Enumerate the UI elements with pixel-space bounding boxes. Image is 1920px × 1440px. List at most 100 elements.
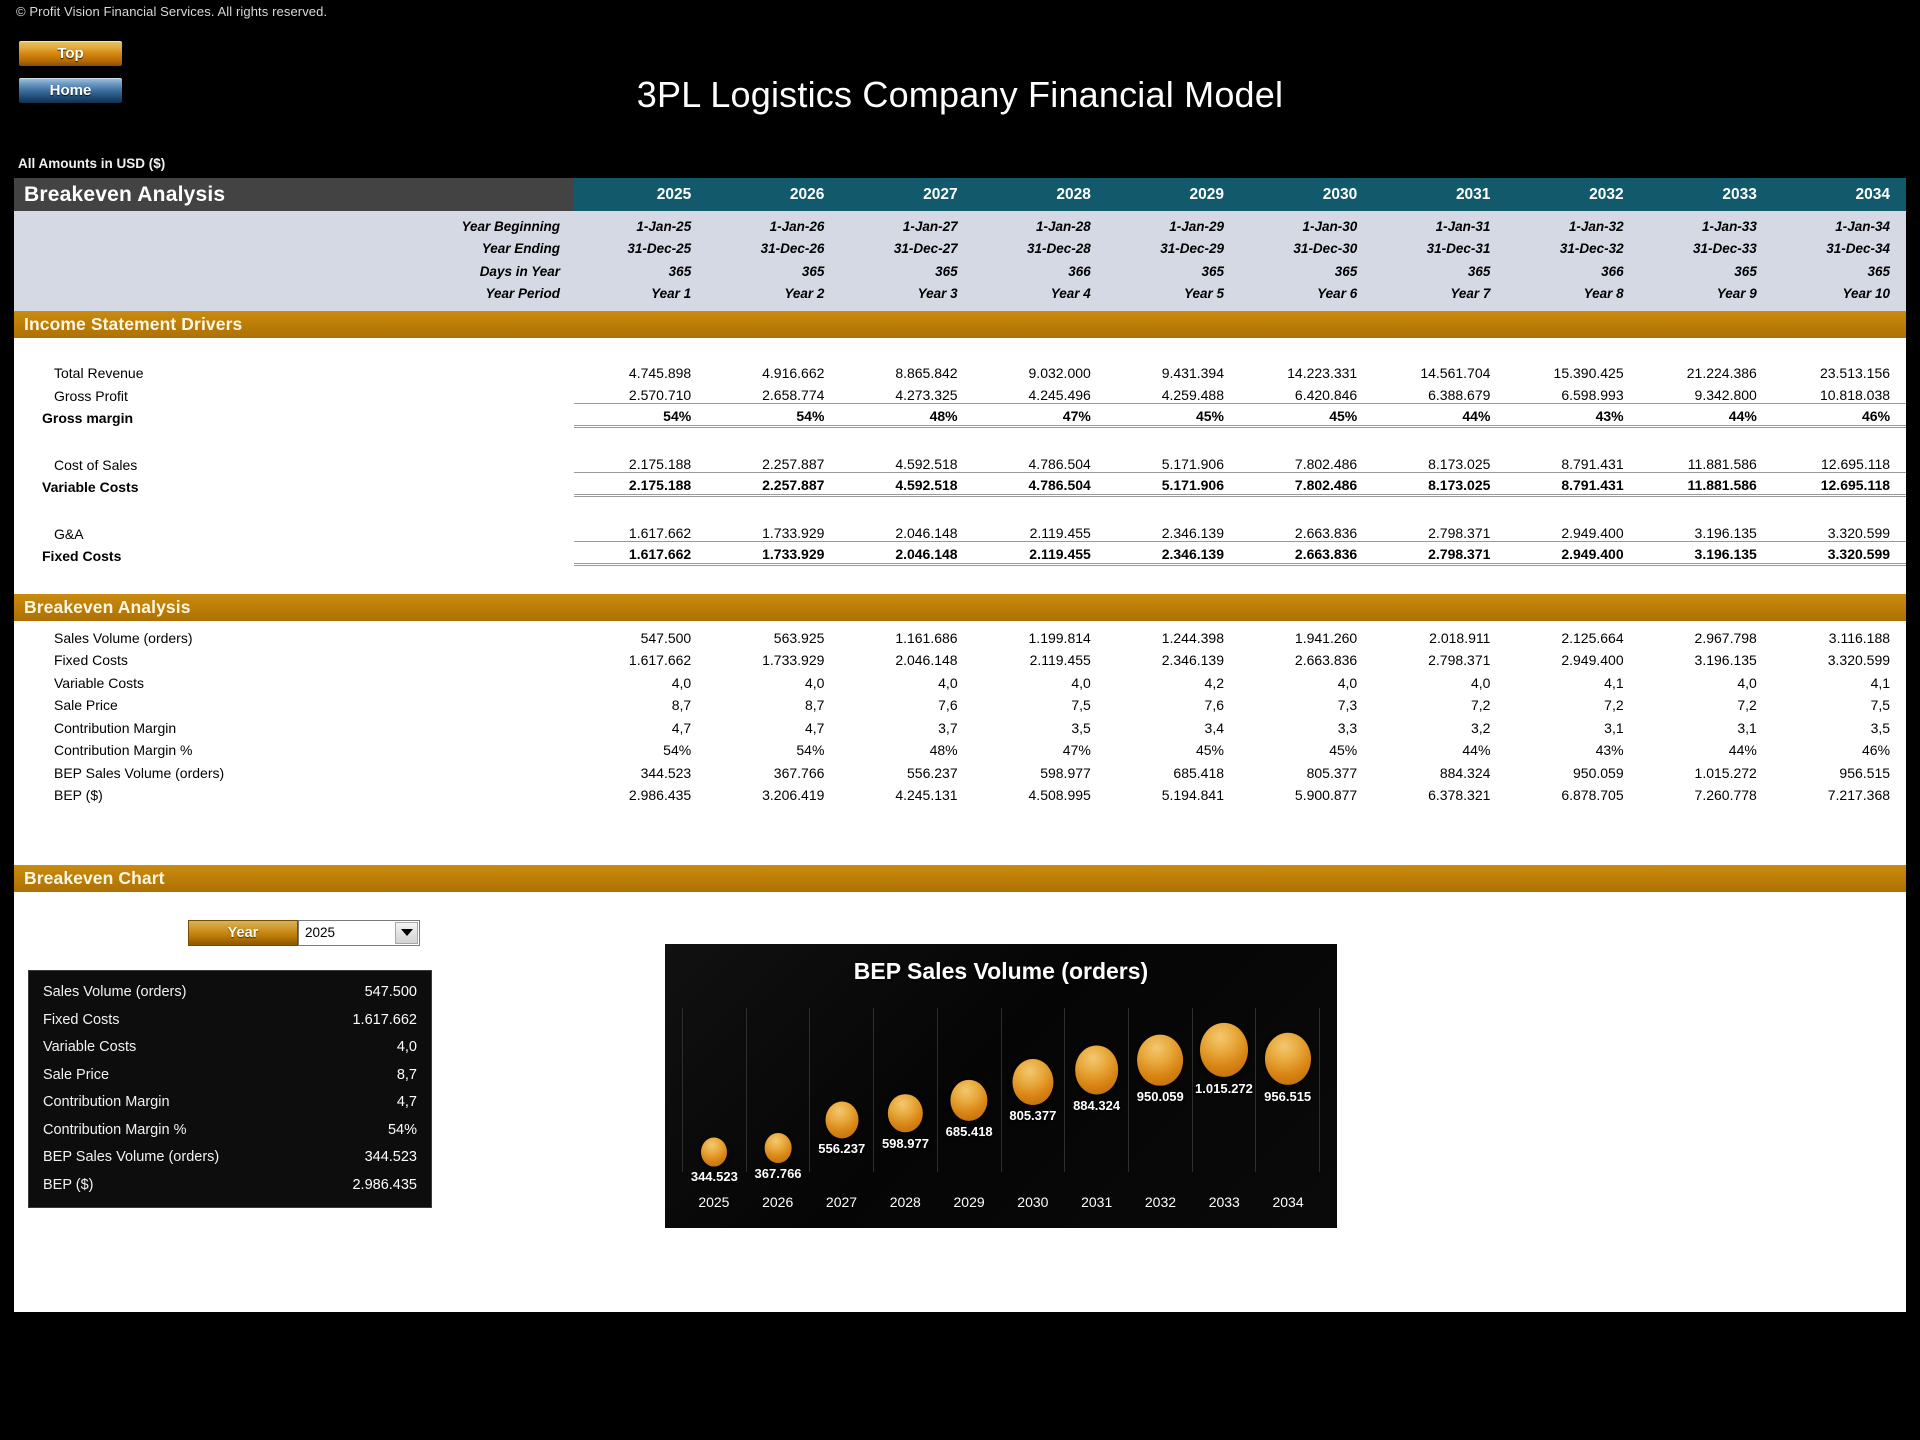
summary-value: 54% xyxy=(387,1121,417,1138)
row-value: 15.390.425 xyxy=(1553,365,1624,382)
row-value: 7,3 xyxy=(1337,697,1358,714)
period-row-value: 366 xyxy=(1601,263,1624,279)
year-selector[interactable]: Year 2025 xyxy=(188,919,420,946)
row-value: 8,7 xyxy=(804,697,825,714)
chart-bubble xyxy=(950,1079,988,1121)
period-info-block: Year Beginning 1-Jan-25 1-Jan-26 1-Jan-27 1-… xyxy=(14,211,1906,311)
chart-bubble xyxy=(1012,1058,1054,1105)
row-value: 46% xyxy=(1772,408,1907,429)
row-value: 11.881.586 xyxy=(1639,477,1773,498)
summary-value: 1.617.662 xyxy=(352,1011,417,1028)
row-value: 14.223.331 xyxy=(1287,365,1358,382)
period-row-value: 365 xyxy=(1467,263,1491,279)
year-header-2026: 2026 xyxy=(789,185,825,203)
row-value: 45% xyxy=(1240,408,1374,429)
summary-value: 8,7 xyxy=(396,1066,417,1083)
chart-bubble-label: 367.766 xyxy=(754,1165,802,1181)
table-row: Variable Costs 2.175.188 2.257.887 4.592.51… xyxy=(14,476,1907,499)
table-row: Gross Profit 2.570.710 2.658.774 4.273.325 4… xyxy=(14,385,1907,408)
row-value: 2.175.188 xyxy=(574,477,708,498)
chart-bubble xyxy=(888,1094,923,1133)
row-label: Gross margin xyxy=(42,410,134,427)
period-row-value: 365 xyxy=(935,263,958,279)
table-row: Sale Price 8,7 8,7 7,6 7,5 7,6 7,3 7,2 7,2 7,2 7,5 xyxy=(14,694,1906,717)
row-value: 4,7 xyxy=(671,719,692,736)
row-value: 3.116.188 xyxy=(1828,629,1891,646)
row-value: 54% xyxy=(663,742,692,759)
row-value: 1.733.929 xyxy=(707,525,841,543)
period-row-value: 366 xyxy=(1068,263,1091,279)
period-row-label: Days in Year xyxy=(479,263,560,279)
row-value: 344.523 xyxy=(640,764,692,781)
chart-column-2026: 367.766 xyxy=(745,1007,810,1181)
period-row-value: 365 xyxy=(801,263,825,279)
table-row: Sales Volume (orders) 547.500 563.925 1.161… xyxy=(14,627,1906,650)
row-label: BEP Sales Volume (orders) xyxy=(54,764,225,781)
row-value: 4,2 xyxy=(1204,674,1225,691)
chart-section: Year 2025 Sales Volume (orders) 547.500 Fi… xyxy=(14,891,1906,1312)
row-value: 2.663.836 xyxy=(1294,652,1358,669)
period-row-value: 365 xyxy=(1334,263,1358,279)
row-value: 12.695.118 xyxy=(1772,456,1907,474)
breakeven-analysis-rows: Sales Volume (orders) 547.500 563.925 1.161… xyxy=(14,620,1906,807)
top-nav-button[interactable]: Top xyxy=(18,40,123,67)
row-value: 4,1 xyxy=(1870,674,1891,691)
band-breakeven-chart: Breakeven Chart xyxy=(14,864,1906,892)
row-value: 3,5 xyxy=(1870,719,1891,736)
row-value: 4.273.325 xyxy=(840,387,974,405)
year-header-2030: 2030 xyxy=(1322,185,1358,203)
row-value: 4.745.898 xyxy=(628,365,692,382)
period-row-value: 31-Dec-26 xyxy=(760,241,825,257)
chevron-down-icon[interactable] xyxy=(395,921,418,944)
period-row: Year Ending 31-Dec-25 31-Dec-26 31-Dec-27 31… xyxy=(14,238,1906,261)
row-value: 2.798.371 xyxy=(1428,652,1491,669)
page-title: 3PL Logistics Company Financial Model xyxy=(636,74,1284,115)
row-value: 556.237 xyxy=(907,764,958,781)
period-row-value: 31-Dec-30 xyxy=(1293,241,1358,257)
band-breakeven-analysis: Breakeven Analysis xyxy=(14,593,1906,621)
period-row-value: 365 xyxy=(668,263,692,279)
row-value: 12.695.118 xyxy=(1772,477,1907,498)
row-value: 4.259.488 xyxy=(1106,387,1241,405)
row-value: 2.346.139 xyxy=(1161,652,1225,669)
summary-label: Sale Price xyxy=(43,1066,110,1083)
period-row-value: 1-Jan-30 xyxy=(1302,218,1358,234)
table-row: BEP ($) 2.986.435 3.206.419 4.245.131 4.508.… xyxy=(14,784,1906,807)
row-value: 10.818.038 xyxy=(1772,387,1907,405)
summary-row: Contribution Margin % 54% xyxy=(29,1116,431,1144)
row-value: 6.598.993 xyxy=(1506,387,1640,405)
summary-row: Fixed Costs 1.617.662 xyxy=(29,1006,431,1034)
row-value: 1.015.272 xyxy=(1694,764,1757,781)
period-row-value: Year 7 xyxy=(1450,286,1491,302)
chart-column-2033: 1.015.272 xyxy=(1191,1007,1256,1172)
period-row-value: 31-Dec-34 xyxy=(1826,241,1891,257)
summary-value: 2.986.435 xyxy=(352,1176,417,1193)
band-income-statement-drivers: Income Statement Drivers xyxy=(14,311,1906,338)
table-row: Variable Costs 4,0 4,0 4,0 4,0 4,2 4,0 4,0 4,1 4,… xyxy=(14,672,1906,695)
row-value: 8.173.025 xyxy=(1373,456,1507,474)
row-value: 7.260.778 xyxy=(1694,787,1757,804)
row-label: Total Revenue xyxy=(54,365,144,382)
chart-bubble xyxy=(764,1133,792,1164)
row-label: G&A xyxy=(54,525,84,542)
row-value: 1.733.929 xyxy=(707,546,841,567)
row-value: 4.592.518 xyxy=(840,477,974,498)
row-value: 2.570.710 xyxy=(574,387,708,405)
row-value: 7,6 xyxy=(1204,697,1225,714)
row-value: 3,4 xyxy=(1204,719,1225,736)
row-value: 1.244.398 xyxy=(1161,629,1225,646)
chart-column-2028: 598.977 xyxy=(873,1007,937,1172)
x-axis-tick-2030: 2030 xyxy=(1017,1193,1049,1210)
period-row-label: Year Beginning xyxy=(461,218,560,234)
year-dropdown[interactable]: 2025 xyxy=(298,919,420,946)
table-row: Contribution Margin % 54% 54% 48% 47% 45% 45% 4… xyxy=(14,739,1906,762)
row-label: Contribution Margin % xyxy=(54,742,193,759)
table-row: BEP Sales Volume (orders) 344.523 367.766 5… xyxy=(14,762,1906,785)
row-value: 4,0 xyxy=(1337,674,1358,691)
chart-bubble xyxy=(1074,1045,1119,1095)
chart-bubble xyxy=(701,1137,728,1167)
table-row: Fixed Costs 1.617.662 1.733.929 2.046.148 2.… xyxy=(14,649,1906,672)
row-value: 45% xyxy=(1106,408,1241,429)
x-axis-tick-2025: 2025 xyxy=(698,1193,730,1210)
chart-bubble-label: 598.977 xyxy=(881,1135,929,1151)
